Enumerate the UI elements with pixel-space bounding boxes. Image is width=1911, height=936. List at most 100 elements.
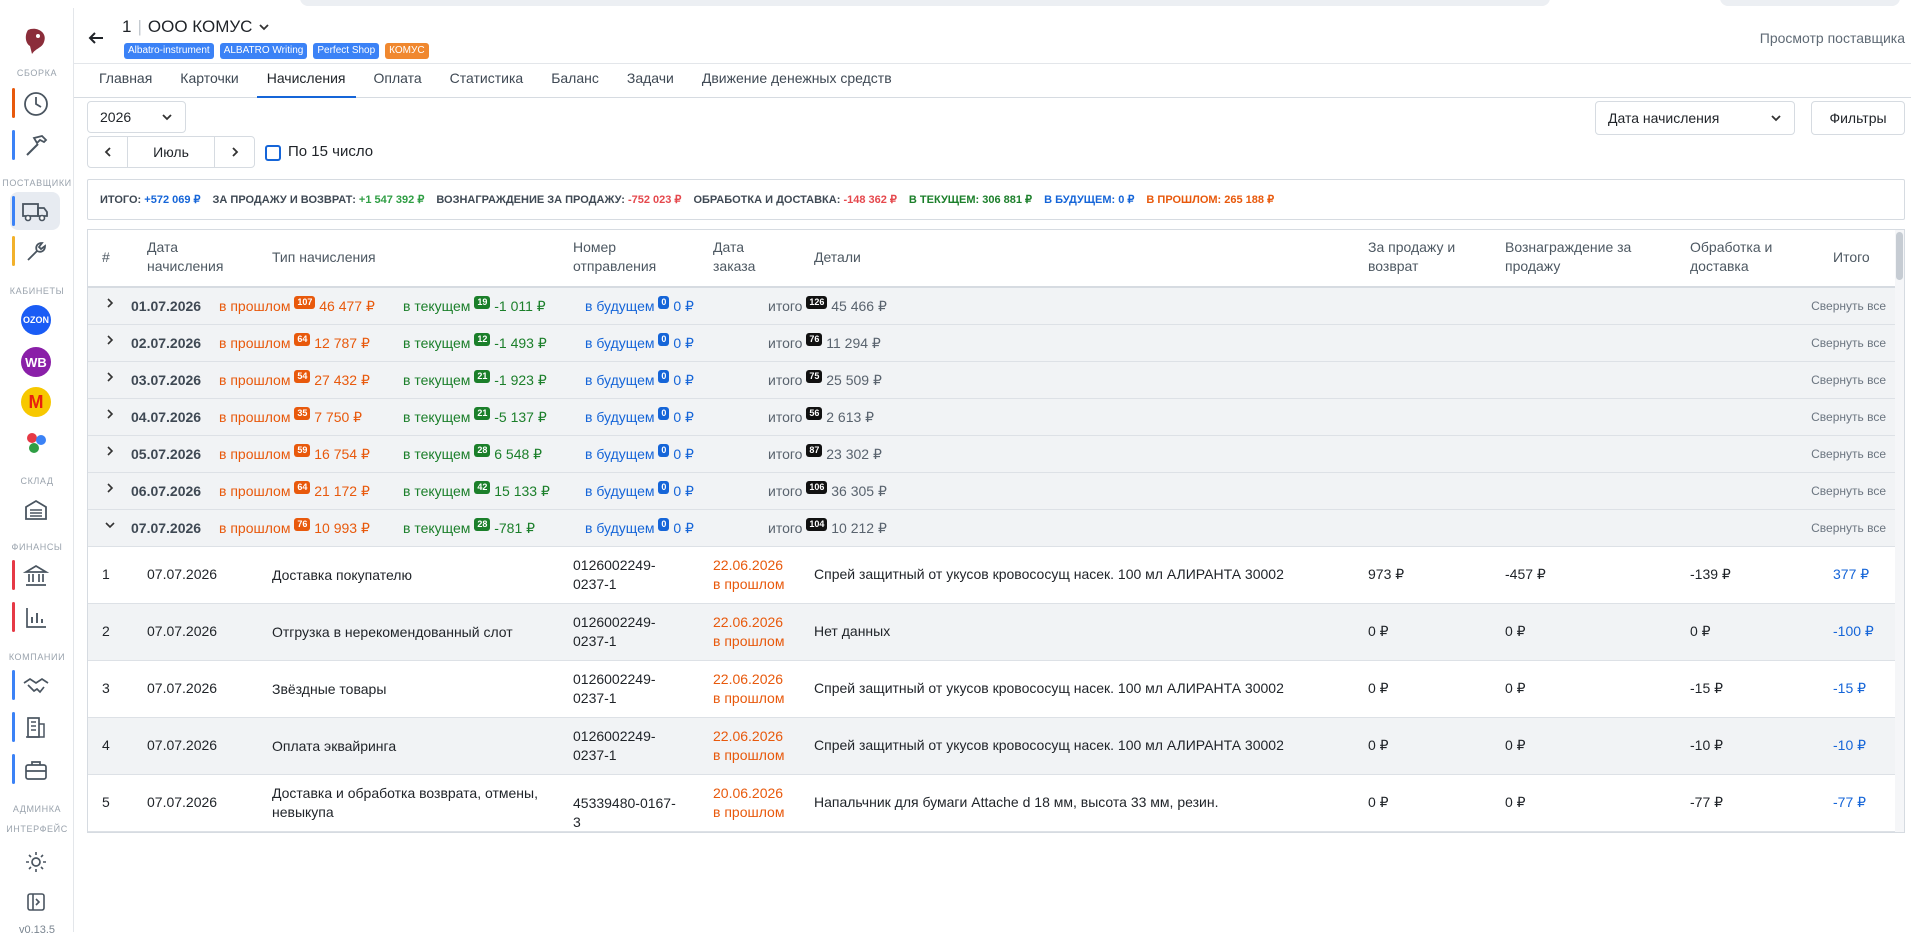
ozon-icon[interactable]: OZON [20,304,52,336]
date-group-row[interactable]: 07.07.2026 в прошлом 76 10 993 ₽ в текущем… [88,510,1896,547]
tab-main[interactable]: Главная [99,64,152,97]
col-date-header[interactable]: Дата начисления [147,238,223,276]
tab-cash-flow[interactable]: Движение денежных средств [702,64,892,97]
date-group-row[interactable]: 01.07.2026 в прошлом 107 46 477 ₽ в текуще… [88,288,1896,325]
cell-shipment[interactable]: 0126002249- 0237-1 [573,556,683,594]
building-icon[interactable] [20,712,52,744]
tag-komus[interactable]: КОМУС [385,43,429,59]
collapse-all-link[interactable]: Свернуть все [1811,373,1886,387]
chevron-right-icon[interactable] [104,445,116,460]
group-date: 03.07.2026 [131,372,202,388]
chevron-right-icon[interactable] [104,297,116,312]
current-count-badge: 21 [474,407,491,420]
date-type-select[interactable]: Дата начисления [1595,101,1795,135]
tag-albatro-instrument[interactable]: Albatro-instrument [124,43,214,59]
date-type-value: Дата начисления [1608,110,1720,126]
col-total-header[interactable]: Итого [1833,248,1870,267]
briefcase-icon[interactable] [20,754,52,786]
megamarket-icon[interactable] [20,426,52,458]
next-month-button[interactable] [214,137,254,167]
truck-icon[interactable] [10,192,60,230]
chevron-down-icon [259,24,270,31]
tab-payment[interactable]: Оплата [374,64,422,97]
view-supplier-link[interactable]: Просмотр поставщика [1760,30,1905,46]
date-group-row[interactable]: 02.07.2026 в прошлом 64 12 787 ₽ в текущем… [88,325,1896,362]
clock-icon[interactable] [20,88,52,120]
wildberries-icon[interactable]: WB [20,346,52,378]
scrollbar-thumb[interactable] [1896,232,1903,280]
cell-num: 5 [102,794,110,810]
chevron-right-icon[interactable] [104,334,116,349]
date-group-row[interactable]: 05.07.2026 в прошлом 59 16 754 ₽ в текущем… [88,436,1896,473]
table-row[interactable]: 4 07.07.2026 Оплата эквайринга 0126002249- 0… [88,718,1896,775]
wrench-icon[interactable] [20,236,52,268]
sidebar-accent-bar [12,754,15,784]
col-shipment-header[interactable]: Номер отправления [573,238,656,276]
col-order-date-header[interactable]: Дата заказа [713,238,755,276]
chevron-right-icon[interactable] [104,371,116,386]
app-logo-icon[interactable] [22,26,50,56]
tab-balance[interactable]: Баланс [551,64,599,97]
date-group-row[interactable]: 06.07.2026 в прошлом 64 21 172 ₽ в текущем… [88,473,1896,510]
cell-total[interactable]: 377 ₽ [1833,566,1869,583]
warehouse-icon[interactable] [20,494,52,526]
table-row[interactable]: 5 07.07.2026 Доставка и обработка возврата… [88,775,1896,832]
collapse-all-link[interactable]: Свернуть все [1811,484,1886,498]
table-row[interactable]: 3 07.07.2026 Звёздные товары 0126002249- 023… [88,661,1896,718]
col-details-header[interactable]: Детали [814,248,861,267]
tab-statistics[interactable]: Статистика [450,64,524,97]
cell-shipment[interactable]: 45339480-0167-3 [573,794,683,832]
bank-icon[interactable] [20,560,52,592]
prev-month-button[interactable] [88,137,128,167]
yandex-market-icon[interactable]: М [20,386,52,418]
col-sale-header[interactable]: За продажу и возврат [1368,238,1455,276]
col-reward-header[interactable]: Вознаграждение за продажу [1505,238,1631,276]
col-type-header[interactable]: Тип начисления [272,248,376,267]
sun-icon[interactable] [20,846,52,878]
current-count-badge: 21 [474,370,491,383]
collapse-all-link[interactable]: Свернуть все [1811,299,1886,313]
chevron-down-icon[interactable] [104,519,116,534]
chevron-right-icon[interactable] [104,408,116,423]
tab-tasks[interactable]: Задачи [627,64,674,97]
cell-type: Звёздные товары [272,681,387,697]
tab-accruals[interactable]: Начисления [256,64,356,98]
group-future: в будущем 0 0 ₽ [585,518,694,536]
cell-details: Спрей защитный от укусов кровососущ насе… [814,680,1284,696]
date-group-row[interactable]: 03.07.2026 в прошлом 54 27 432 ₽ в текущем… [88,362,1896,399]
col-delivery-header[interactable]: Обработка и доставка [1690,238,1772,276]
collapse-all-link[interactable]: Свернуть все [1811,447,1886,461]
table-row[interactable]: 1 07.07.2026 Доставка покупателю 0126002249… [88,547,1896,604]
group-total: итого 126 45 466 ₽ [768,296,887,314]
tag-perfect-shop[interactable]: Perfect Shop [313,43,380,59]
collapse-all-link[interactable]: Свернуть все [1811,521,1886,535]
handshake-icon[interactable] [20,670,52,702]
cell-shipment[interactable]: 0126002249- 0237-1 [573,613,683,651]
cell-total[interactable]: -100 ₽ [1833,623,1874,640]
cell-total[interactable]: -10 ₽ [1833,737,1866,754]
hammer-icon[interactable] [20,130,52,162]
tab-cards[interactable]: Карточки [180,64,238,97]
table-row[interactable]: 2 07.07.2026 Отгрузка в нерекомендованный … [88,604,1896,661]
cell-shipment[interactable]: 0126002249- 0237-1 [573,727,683,765]
supplier-selector[interactable]: 1 | ООО КОМУС [122,17,270,37]
back-arrow-icon[interactable] [86,28,106,48]
cell-total[interactable]: -77 ₽ [1833,794,1866,811]
cell-shipment[interactable]: 0126002249- 0237-1 [573,670,683,708]
chart-bar-icon[interactable] [20,602,52,634]
chevron-right-icon[interactable] [104,482,116,497]
collapse-all-link[interactable]: Свернуть все [1811,410,1886,424]
tag-albatro-writing[interactable]: ALBATRO Writing [219,43,308,59]
cell-details: Напальчник для бумаги Attache d 18 мм, в… [814,794,1219,810]
table-scrollbar[interactable] [1895,230,1904,832]
cell-total[interactable]: -15 ₽ [1833,680,1866,697]
filters-button[interactable]: Фильтры [1811,101,1905,135]
group-past: в прошлом 54 27 432 ₽ [219,370,370,388]
by-15th-label[interactable]: По 15 число [288,143,373,160]
sidebar-toggle-icon[interactable] [20,886,52,918]
year-select[interactable]: 2026 [87,101,186,133]
date-group-row[interactable]: 04.07.2026 в прошлом 35 7 750 ₽ в текущем … [88,399,1896,436]
collapse-all-link[interactable]: Свернуть все [1811,336,1886,350]
by-15th-checkbox[interactable] [265,145,281,161]
group-current: в текущем 19 -1 011 ₽ [403,296,546,314]
